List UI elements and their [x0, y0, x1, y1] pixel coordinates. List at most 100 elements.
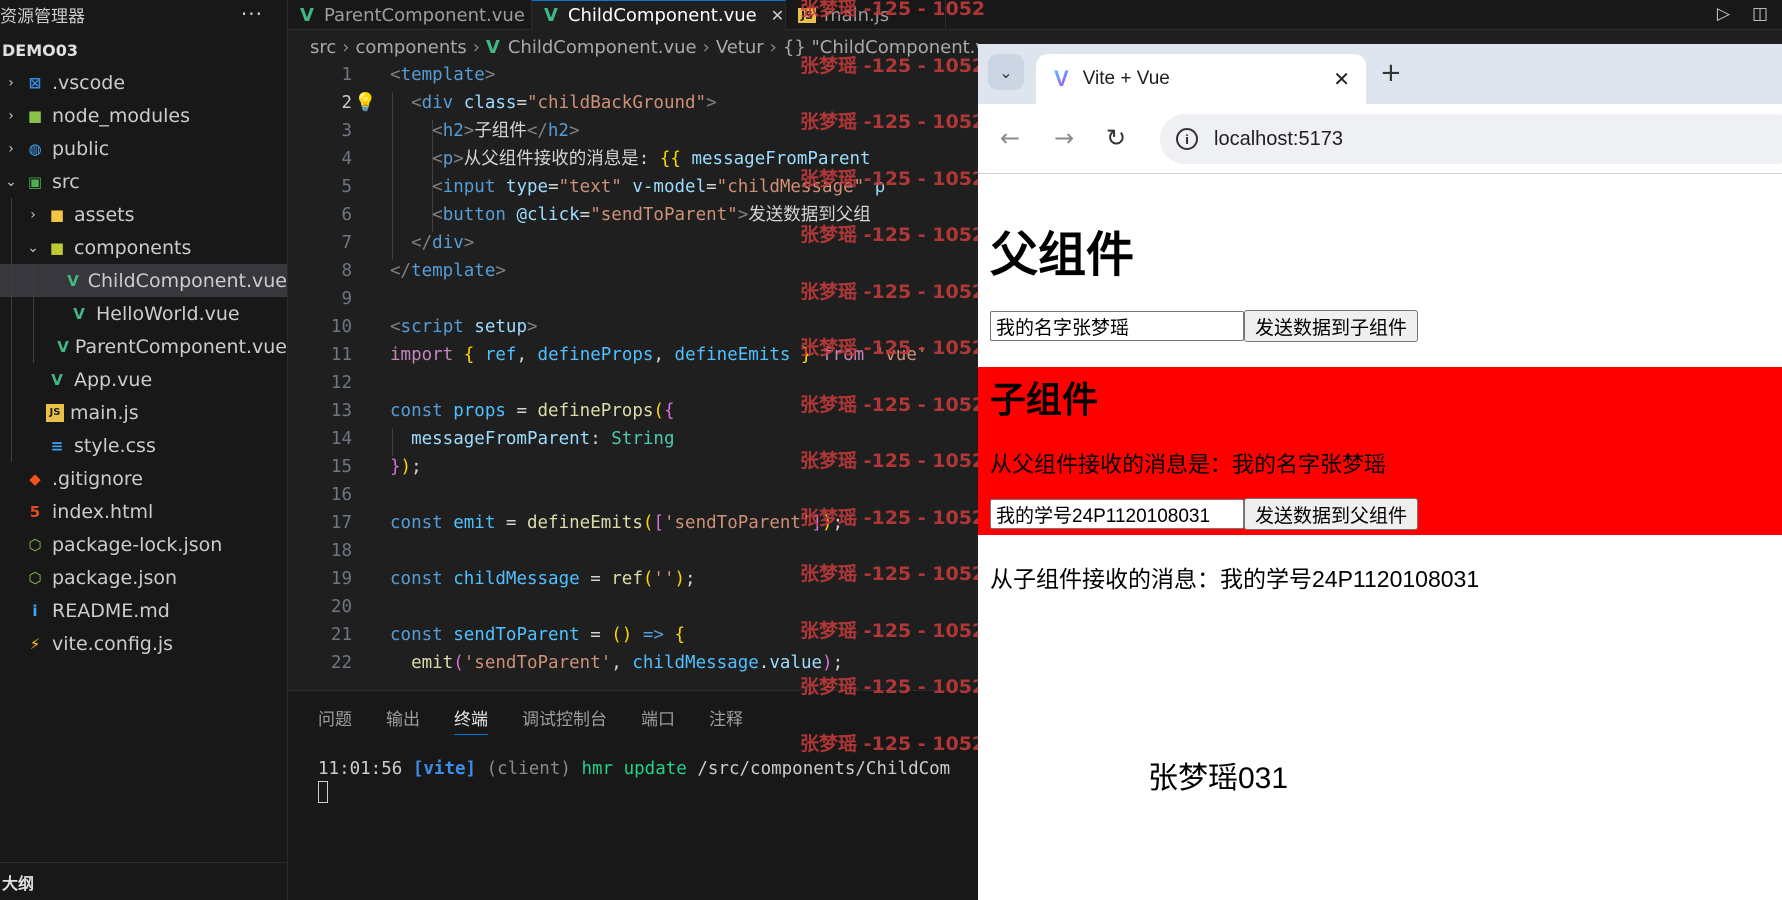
tree-item[interactable]: ≡ style.css: [0, 429, 287, 462]
tab-parent-component[interactable]: V ParentComponent.vue: [288, 0, 532, 30]
chevron-right-icon[interactable]: ›: [2, 141, 20, 157]
node-folder-icon: ■: [27, 106, 43, 125]
vue-file-icon: V: [67, 271, 79, 290]
code-token: "childBackGround": [526, 93, 707, 113]
code-token: defineEmits: [664, 345, 791, 365]
tree-item[interactable]: V HelloWorld.vue: [0, 297, 287, 330]
tree-item[interactable]: ⬡ package.json: [0, 561, 287, 594]
tree-item-label: ParentComponent.vue: [74, 335, 287, 358]
browser-tabstrip: ⌄ V Vite + Vue ✕ +: [978, 44, 1782, 104]
code-text: <button @click="sendToParent">发送数据到父组: [390, 201, 871, 229]
close-icon[interactable]: ✕: [1333, 67, 1350, 92]
bottom-panel: 问题 输出 终端 调试控制台 端口 注释 11:01:56 [vite] (cl…: [288, 690, 978, 900]
tree-indent-guide: [11, 264, 12, 297]
code-token: @click: [505, 205, 580, 225]
browser-tab[interactable]: V Vite + Vue ✕: [1036, 54, 1366, 104]
code-token: (: [653, 401, 664, 421]
terminal-time: 11:01:56: [318, 759, 403, 779]
breadcrumb-src[interactable]: src: [310, 37, 336, 58]
site-info-icon[interactable]: i: [1176, 128, 1198, 150]
breadcrumb-vetur[interactable]: Vetur: [716, 37, 764, 58]
tree-item[interactable]: › ■ node_modules: [0, 99, 287, 132]
tree-item[interactable]: ⬡ package-lock.json: [0, 528, 287, 561]
tree-indent-guide: [11, 396, 12, 429]
tree-item[interactable]: › ◍ public: [0, 132, 287, 165]
terminal-path: /src/components/ChildCom: [697, 759, 951, 779]
chevron-right-icon[interactable]: ›: [2, 108, 20, 124]
chevron-right-icon[interactable]: ›: [2, 75, 20, 91]
code-token: const: [390, 513, 443, 533]
line-number: 5: [341, 177, 352, 197]
watermark-text: 张梦瑶 -125 - 1052: [800, 393, 986, 416]
tree-item[interactable]: V ParentComponent.vue: [0, 330, 287, 363]
tab-search-icon[interactable]: ⌄: [988, 54, 1024, 90]
code-token: {: [463, 345, 475, 365]
panel-tab-debug-console[interactable]: 调试控制台: [522, 705, 607, 735]
lightbulb-icon[interactable]: 💡: [354, 89, 376, 117]
terminal-client: (client): [486, 759, 571, 779]
child-input[interactable]: [990, 499, 1244, 529]
panel-tab-ports[interactable]: 端口: [641, 705, 675, 735]
parent-input[interactable]: [990, 311, 1244, 341]
code-token: 从父组件接收的消息是:: [463, 149, 660, 169]
child-component-box: 子组件 从父组件接收的消息是：我的名字张梦瑶 发送数据到父组件: [978, 367, 1782, 535]
file-tree: › ⊠ .vscode › ■ node_modules › ◍ public ⌄ ▣ src › ■ as…: [0, 66, 287, 660]
run-icon[interactable]: ▷: [1717, 4, 1730, 24]
tab-child-component[interactable]: V ChildComponent.vue ✕: [532, 0, 786, 30]
tree-item-label: index.html: [52, 500, 154, 523]
terminal-output[interactable]: 11:01:56 [vite] (client) hmr update /src…: [318, 759, 950, 779]
send-to-child-button[interactable]: 发送数据到子组件: [1244, 310, 1419, 342]
tree-item[interactable]: ◆ .gitignore: [0, 462, 287, 495]
code-editor[interactable]: 1 <template> 2 💡 <div class="childBackGroun…: [288, 64, 978, 688]
forward-icon[interactable]: →: [1054, 124, 1074, 152]
tree-item[interactable]: ⌄ ■ components: [0, 231, 287, 264]
code-token: ref: [611, 569, 643, 589]
breadcrumb-file[interactable]: ChildComponent.vue: [508, 37, 697, 58]
terminal-vite-tag: [vite]: [412, 759, 477, 779]
child-heading: 子组件: [990, 379, 1099, 420]
tree-item[interactable]: i README.md: [0, 594, 287, 627]
tree-item[interactable]: 5 index.html: [0, 495, 287, 528]
split-editor-icon[interactable]: ◫: [1752, 4, 1768, 24]
code-token: </: [390, 261, 412, 281]
send-to-parent-button[interactable]: 发送数据到父组件: [1244, 498, 1419, 530]
line-number: 15: [330, 457, 352, 477]
chevron-right-icon[interactable]: ›: [24, 207, 42, 223]
folder-icon: ■: [49, 205, 65, 224]
panel-tab-terminal[interactable]: 终端: [454, 705, 488, 735]
tree-item-label: package.json: [52, 566, 178, 589]
chevron-down-icon[interactable]: ⌄: [24, 240, 42, 256]
project-root[interactable]: DEMO03: [0, 34, 287, 66]
back-icon[interactable]: ←: [1000, 124, 1020, 152]
tree-item[interactable]: ⚡ vite.config.js: [0, 627, 287, 660]
reload-icon[interactable]: ↻: [1106, 124, 1126, 152]
new-tab-icon[interactable]: +: [1380, 58, 1402, 88]
panel-tab-comments[interactable]: 注释: [709, 705, 743, 735]
explorer-sidebar: 资源管理器 ··· DEMO03 › ⊠ .vscode › ■ node_modules…: [0, 0, 288, 900]
tree-item[interactable]: JS main.js: [0, 396, 287, 429]
signature-text: 张梦瑶031: [1148, 762, 1289, 795]
address-bar[interactable]: i localhost:5173: [1160, 114, 1782, 164]
panel-tab-output[interactable]: 输出: [386, 705, 420, 735]
line-number: 19: [330, 569, 352, 589]
tree-item[interactable]: › ■ assets: [0, 198, 287, 231]
line-number: 4: [341, 149, 352, 169]
code-token: props: [442, 401, 506, 421]
chevron-down-icon[interactable]: ⌄: [2, 174, 20, 190]
outline-section[interactable]: 大纲: [0, 862, 287, 900]
breadcrumb-components[interactable]: components: [355, 37, 466, 58]
tree-item[interactable]: › ⊠ .vscode: [0, 66, 287, 99]
close-icon[interactable]: ✕: [771, 6, 784, 25]
panel-tab-problems[interactable]: 问题: [318, 705, 352, 735]
tree-item-label: package-lock.json: [52, 533, 223, 556]
code-token: const: [390, 625, 443, 645]
tree-item[interactable]: V App.vue: [0, 363, 287, 396]
tree-item[interactable]: V ChildComponent.vue: [0, 264, 287, 297]
code-token: class: [453, 93, 517, 113]
tree-item[interactable]: ⌄ ▣ src: [0, 165, 287, 198]
more-actions-icon[interactable]: ···: [241, 2, 263, 26]
vue-file-icon: V: [485, 36, 500, 58]
code-text: <div class="childBackGround">: [390, 89, 717, 117]
line-number: 8: [341, 261, 352, 281]
